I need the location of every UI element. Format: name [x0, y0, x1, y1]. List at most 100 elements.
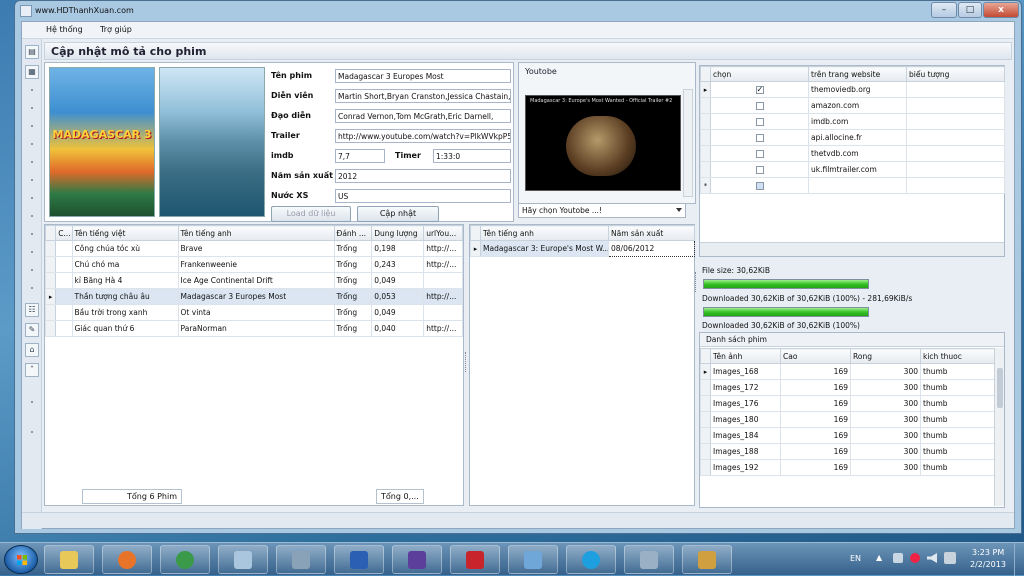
row-indicator[interactable]: ▸: [700, 363, 711, 380]
power-icon[interactable]: [944, 552, 956, 564]
scrollbar-thumb[interactable]: [997, 368, 1003, 408]
maximize-button[interactable]: □: [958, 2, 982, 18]
table-row[interactable]: imdb.com: [700, 113, 1005, 130]
volume-icon[interactable]: [927, 553, 937, 563]
site-checkbox[interactable]: [755, 182, 764, 190]
row-indicator[interactable]: [44, 304, 57, 321]
row-indicator[interactable]: [700, 161, 711, 178]
row-indicator[interactable]: [700, 395, 711, 412]
load-data-button[interactable]: Load dữ liệu: [271, 206, 351, 222]
nam-san-xuat-field[interactable]: 2012: [335, 169, 511, 183]
language-indicator[interactable]: EN: [850, 554, 861, 563]
row-indicator[interactable]: ▸: [470, 240, 481, 257]
col-header-ten-tieng-anh[interactable]: Tên tiếng anh: [177, 225, 335, 241]
taskbar-tools-button[interactable]: [276, 545, 326, 574]
taskbar-chrome-button[interactable]: [160, 545, 210, 574]
col-header-cao[interactable]: Cao: [780, 348, 851, 364]
taskbar-paint-button[interactable]: [682, 545, 732, 574]
taskbar-media-button[interactable]: [624, 545, 674, 574]
clock-time[interactable]: 3:23 PM: [972, 548, 1004, 557]
table-row[interactable]: Images_184 169 300 thumb: [700, 427, 994, 444]
chevron-up-icon[interactable]: ˄: [25, 363, 39, 377]
col-header-chon[interactable]: chọn: [710, 66, 809, 82]
row-indicator[interactable]: [700, 129, 711, 146]
poster-image[interactable]: MADAGASCAR 3: [49, 67, 155, 217]
site-checkbox[interactable]: ✓: [755, 86, 764, 94]
dien-vien-field[interactable]: Martin Short,Bryan Cranston,Jessica Chas…: [335, 89, 511, 103]
calendar-icon[interactable]: ☷: [25, 303, 39, 317]
network-icon[interactable]: [910, 553, 920, 563]
home-icon[interactable]: ⌂: [25, 343, 39, 357]
action-center-icon[interactable]: [893, 553, 903, 563]
row-indicator[interactable]: [700, 411, 711, 428]
row-indicator[interactable]: [700, 427, 711, 444]
table-row[interactable]: Images_180 169 300 thumb: [700, 411, 994, 428]
video-player[interactable]: Madagascar 3: Europe's Most Wanted - Off…: [525, 95, 681, 191]
vertical-splitter[interactable]: [695, 272, 699, 292]
col-header-ten-tieng-viet[interactable]: Tên tiếng việt: [71, 225, 179, 241]
table-row[interactable]: Chú chó ma Frankenweenie Trống 0,243 http://…: [44, 256, 463, 273]
edit-icon[interactable]: ✎: [25, 323, 39, 337]
row-indicator[interactable]: [44, 256, 57, 273]
youtube-select[interactable]: Hãy chọn Youtobe ...!: [518, 203, 686, 218]
col-header-website[interactable]: trên trang website: [808, 66, 907, 82]
table-row[interactable]: api.allocine.fr: [700, 129, 1005, 146]
site-checkbox[interactable]: [755, 102, 764, 110]
horizontal-scrollbar[interactable]: [700, 242, 1004, 256]
imdb-field[interactable]: 7,7: [335, 149, 385, 163]
taskbar-kaspersky-button[interactable]: [450, 545, 500, 574]
col-header-ten-tieng-anh[interactable]: Tên tiếng anh: [480, 225, 609, 241]
table-row[interactable]: Công chúa tóc xù Brave Trống 0,198 http://..…: [44, 240, 463, 257]
row-indicator[interactable]: [700, 97, 711, 114]
grid-icon[interactable]: ▦: [25, 65, 39, 79]
backdrop-image[interactable]: [159, 67, 265, 217]
row-indicator[interactable]: [700, 145, 711, 162]
table-row[interactable]: Giác quan thứ 6 ParaNorman Trống 0,040 http:…: [44, 320, 463, 337]
table-row[interactable]: Images_188 169 300 thumb: [700, 443, 994, 460]
video-scrollbar[interactable]: [683, 89, 693, 197]
table-row[interactable]: kỉ Băng Hà 4 Ice Age Continental Drift Trố…: [44, 272, 463, 289]
table-row[interactable]: thetvdb.com: [700, 145, 1005, 162]
table-row[interactable]: ▸ Madagascar 3: Europe's Most W... 08/06/2…: [470, 240, 695, 257]
row-indicator[interactable]: [44, 240, 57, 257]
row-indicator[interactable]: [700, 459, 711, 476]
dao-dien-field[interactable]: Conrad Vernon,Tom McGrath,Eric Darnell,: [335, 109, 511, 123]
menu-he-thong[interactable]: Hệ thống: [46, 25, 83, 34]
row-indicator[interactable]: [700, 443, 711, 460]
title-bar[interactable]: www.HDThanhXuan.com – □ x: [15, 1, 1021, 21]
table-row[interactable]: ▸ ✓ themoviedb.org: [700, 81, 1005, 98]
taskbar-word-button[interactable]: [334, 545, 384, 574]
clock-date[interactable]: 2/2/2013: [970, 560, 1006, 569]
col-header-nam-san-xuat[interactable]: Năm sản xuất: [608, 225, 695, 241]
taskbar-vs-button[interactable]: [392, 545, 442, 574]
row-indicator[interactable]: [44, 320, 57, 337]
row-indicator[interactable]: ▸: [700, 81, 711, 98]
taskbar-pictures-button[interactable]: [508, 545, 558, 574]
show-desktop-button[interactable]: [1014, 543, 1024, 576]
table-row[interactable]: amazon.com: [700, 97, 1005, 114]
row-indicator[interactable]: [44, 272, 57, 289]
close-button[interactable]: x: [983, 2, 1019, 18]
row-indicator[interactable]: ▸: [44, 288, 57, 305]
table-row[interactable]: ▸ Images_168 169 300 thumb: [700, 363, 994, 380]
row-indicator[interactable]: [700, 379, 711, 396]
table-row[interactable]: Images_192 169 300 thumb: [700, 459, 994, 476]
chevron-up-icon[interactable]: ▲: [876, 553, 882, 562]
trailer-field[interactable]: http://www.youtube.com/watch?v=PlkWVkpP5: [335, 129, 511, 143]
start-button[interactable]: [4, 545, 38, 574]
col-header-rong[interactable]: Rong: [850, 348, 921, 364]
col-header-danh-gia[interactable]: Đánh ...: [333, 225, 373, 241]
cell-nam-san-xuat[interactable]: 08/06/2012: [608, 240, 695, 257]
minimize-button[interactable]: –: [931, 2, 957, 18]
taskbar-notepad-button[interactable]: [218, 545, 268, 574]
col-header-c[interactable]: C...: [55, 225, 73, 241]
new-row[interactable]: *: [700, 177, 1005, 194]
site-checkbox[interactable]: [755, 134, 764, 142]
row-indicator[interactable]: [700, 113, 711, 130]
table-row[interactable]: Images_172 169 300 thumb: [700, 379, 994, 396]
menu-tro-giup[interactable]: Trợ giúp: [100, 25, 132, 34]
col-header-ten-anh[interactable]: Tên ảnh: [710, 348, 781, 364]
site-checkbox[interactable]: [755, 150, 764, 158]
col-header-dung-luong[interactable]: Dung lượng: [371, 225, 425, 241]
taskbar-skype-button[interactable]: [566, 545, 616, 574]
